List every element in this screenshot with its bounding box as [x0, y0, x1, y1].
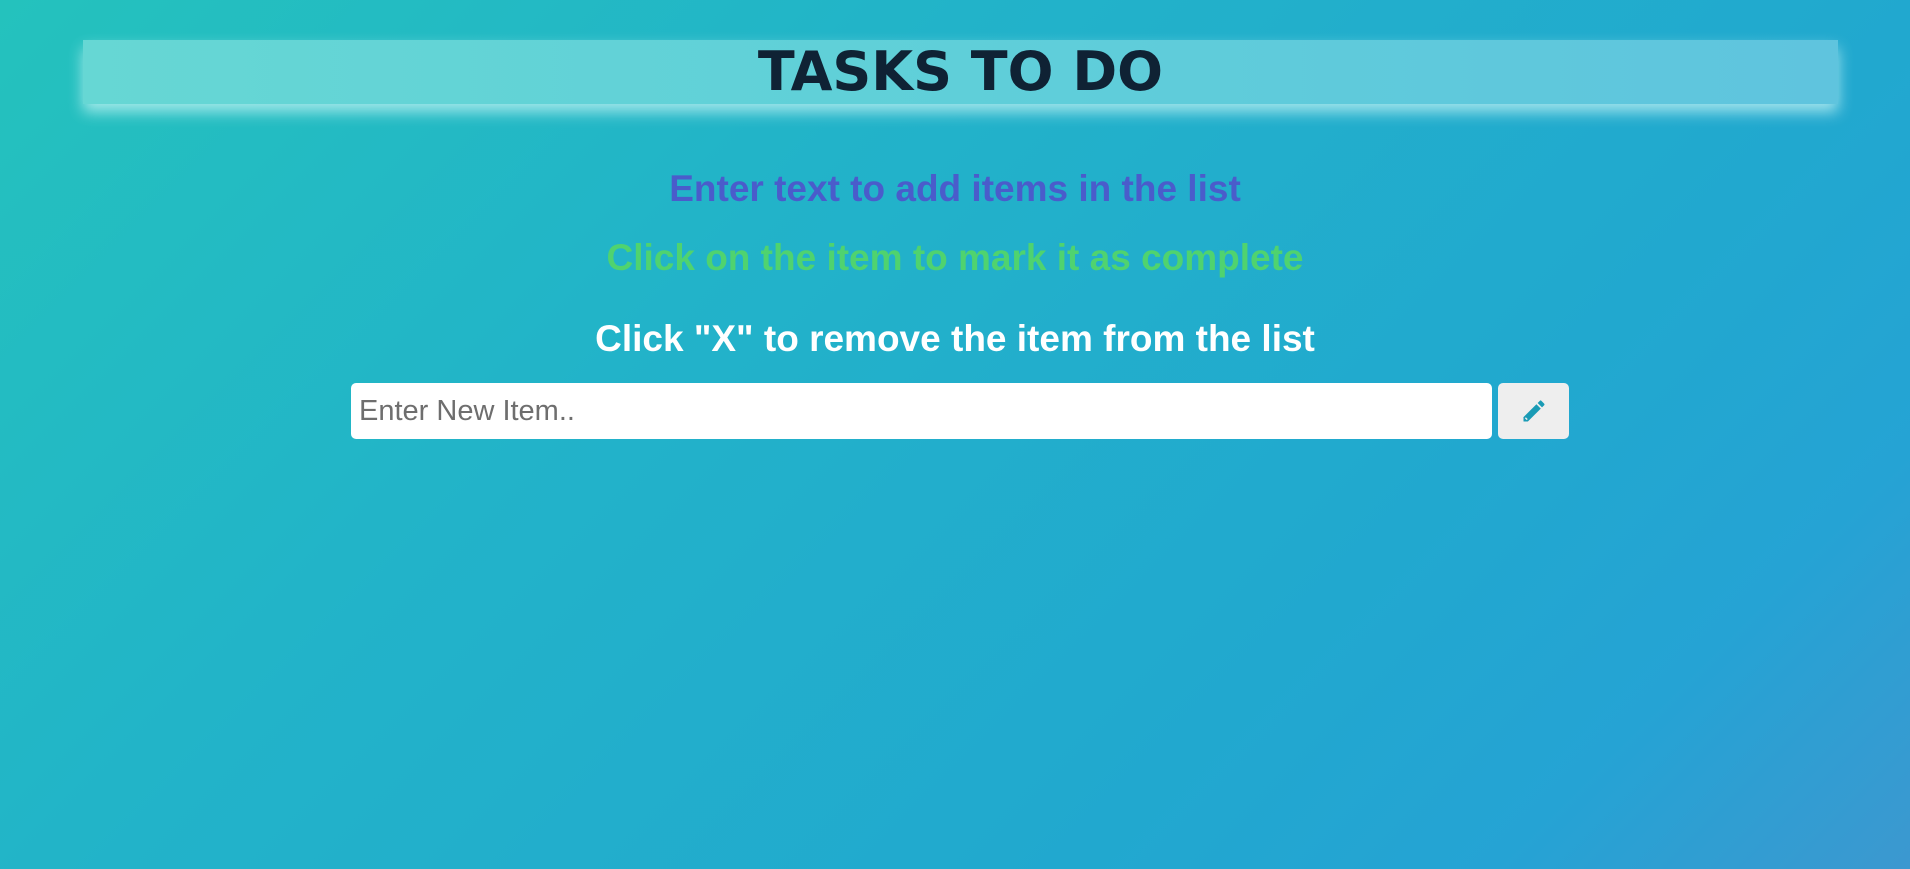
add-item-form — [351, 383, 1569, 439]
new-item-input[interactable] — [351, 383, 1492, 439]
add-instruction: Enter text to add items in the list — [669, 168, 1241, 209]
page-title: TASKS TO DO — [757, 40, 1164, 103]
complete-instruction: Click on the item to mark it as complete — [606, 237, 1304, 278]
remove-instruction: Click "X" to remove the item from the li… — [595, 318, 1315, 359]
page-header: TASKS TO DO — [83, 40, 1838, 104]
pencil-icon — [1520, 397, 1548, 425]
add-item-button[interactable] — [1498, 383, 1569, 439]
